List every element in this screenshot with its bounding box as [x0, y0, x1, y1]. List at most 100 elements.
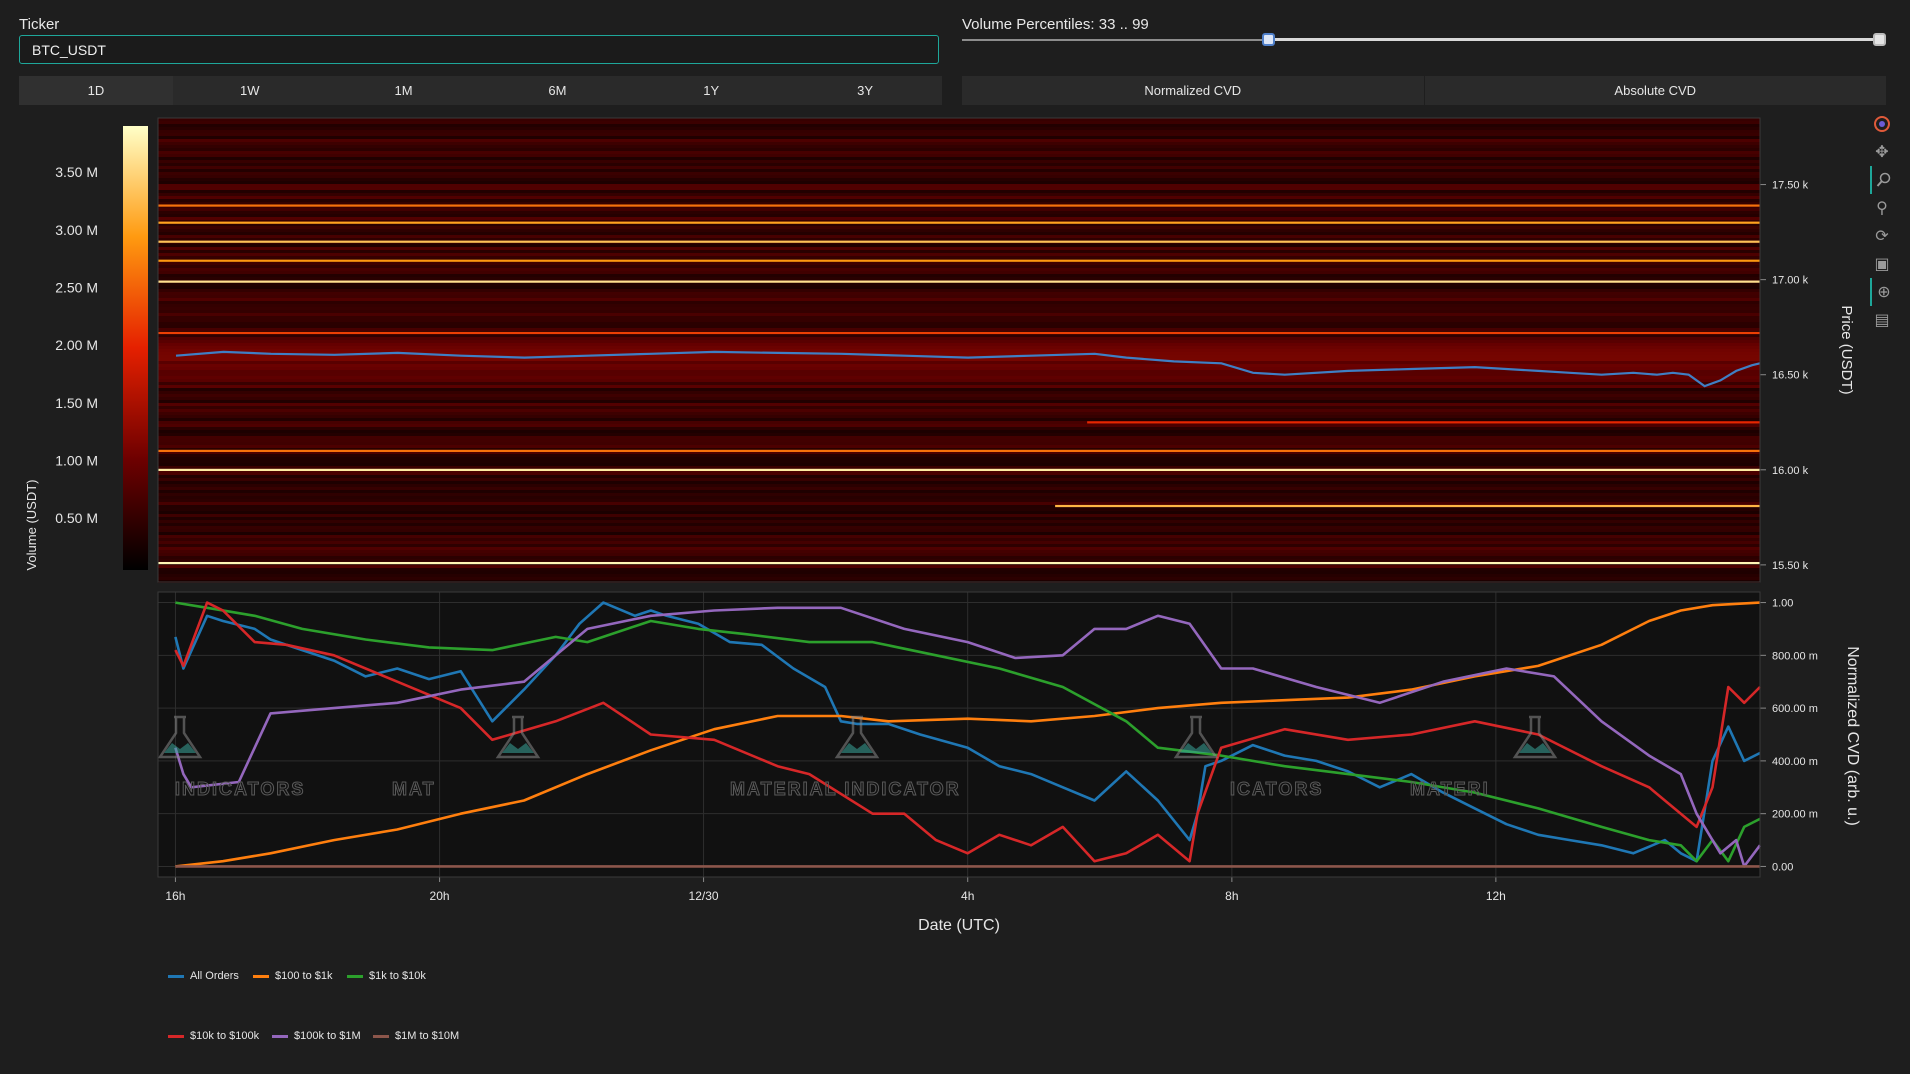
chart-canvas[interactable]: 0.50 M 1.00 M 1.50 M 2.00 M 2.50 M 3.00 M 3.50…: [0, 0, 1910, 1074]
heatmap-row: [158, 427, 1760, 430]
heatmap-row: [158, 124, 1760, 127]
legend-swatch: [168, 974, 184, 978]
heatmap-row: [158, 433, 1760, 436]
heatmap-row: [158, 553, 1760, 556]
heatmap-row: [158, 238, 1760, 241]
heatmap-level: [158, 240, 1760, 243]
heatmap-row: [158, 160, 1760, 163]
heatmap-row: [158, 526, 1760, 529]
legend-label: $1M to $10M: [395, 1030, 460, 1042]
heatmap-level: [158, 449, 1760, 452]
legend-item-1k-to-10k[interactable]: $1k to $10k: [347, 970, 426, 982]
hover-icon[interactable]: ▤: [1870, 306, 1894, 334]
heatmap-row: [158, 175, 1760, 178]
spike-lines-icon[interactable]: ⊕: [1870, 278, 1896, 306]
heatmap-row: [158, 247, 1760, 250]
heatmap-row: [158, 316, 1760, 319]
heatmap-level: [1055, 504, 1760, 508]
heatmap-row: [158, 172, 1760, 175]
heatmap-row: [158, 493, 1760, 496]
heatmap-row: [158, 436, 1760, 439]
heatmap-row: [158, 565, 1760, 568]
heatmap-row: [158, 187, 1760, 190]
heatmap-plot[interactable]: [158, 118, 1761, 583]
heatmap-row: [158, 499, 1760, 502]
heatmap-level: [158, 468, 1760, 472]
heatmap-level: [158, 331, 1760, 335]
plotly-logo-icon[interactable]: [1870, 110, 1894, 138]
heatmap-row: [158, 400, 1760, 403]
legend-label: $100k to $1M: [294, 1030, 361, 1042]
heatmap-row: [158, 178, 1760, 181]
heatmap-row: [158, 277, 1760, 280]
heatmap-row: [158, 310, 1760, 313]
heatmap-row: [158, 361, 1760, 364]
zoom-in-out-icon[interactable]: ⚲: [1870, 194, 1894, 222]
legend-label: $10k to $100k: [190, 1030, 260, 1042]
heatmap-row: [158, 232, 1760, 235]
legend-item-1m-to-10m[interactable]: $1M to $10M: [373, 1030, 459, 1042]
x-tick-label: 12/30: [689, 889, 719, 903]
heatmap-row: [158, 151, 1760, 154]
watermark-text: MATERI: [1410, 779, 1490, 799]
heatmap-row: [158, 415, 1760, 418]
legend-item-100-to-1k[interactable]: $100 to $1k: [253, 970, 333, 982]
heatmap-row: [158, 442, 1760, 445]
heatmap-row: [158, 301, 1760, 304]
heatmap-row: [158, 211, 1760, 214]
heatmap-row: [158, 130, 1760, 133]
legend-label: All Orders: [190, 970, 239, 982]
heatmap-row: [158, 571, 1760, 574]
heatmap-row: [158, 559, 1760, 562]
zoom-icon[interactable]: [1870, 166, 1896, 194]
cvd-plot-background: [158, 592, 1760, 877]
heatmap-row: [158, 403, 1760, 406]
legend-swatch: [253, 974, 269, 978]
pan-icon[interactable]: ✥: [1870, 138, 1894, 166]
heatmap-row: [158, 229, 1760, 232]
heatmap-row: [158, 256, 1760, 259]
heatmap-row: [158, 490, 1760, 493]
heatmap-row: [158, 127, 1760, 130]
legend-swatch: [168, 1034, 184, 1038]
reset-axes-icon[interactable]: ⟳: [1870, 222, 1894, 250]
volume-colorbar: 0.50 M 1.00 M 1.50 M 2.00 M 2.50 M 3.00 M 3.50…: [24, 126, 148, 571]
x-tick-label: 4h: [961, 889, 974, 903]
heatmap-row: [158, 262, 1760, 265]
heatmap-row: [158, 214, 1760, 217]
heatmap-row: [158, 454, 1760, 457]
heatmap-row: [158, 460, 1760, 463]
heatmap-row: [158, 235, 1760, 238]
heatmap-row: [158, 139, 1760, 142]
heatmap-row: [158, 340, 1760, 343]
legend-swatch: [272, 1034, 288, 1038]
legend-item-10k-to-100k[interactable]: $10k to $100k: [168, 1030, 259, 1042]
heatmap-row: [158, 487, 1760, 490]
heatmap-row: [158, 181, 1760, 184]
heatmap-row: [158, 136, 1760, 139]
legend-item-all-orders[interactable]: All Orders: [168, 970, 239, 982]
heatmap-level: [1087, 421, 1760, 424]
heatmap-row: [158, 376, 1760, 379]
heatmap-row: [158, 472, 1760, 475]
heatmap-row: [158, 166, 1760, 169]
heatmap-row: [158, 208, 1760, 211]
download-icon[interactable]: ▣: [1870, 250, 1894, 278]
heatmap-row: [158, 478, 1760, 481]
heatmap-row: [158, 556, 1760, 559]
legend-item-100k-to-1m[interactable]: $100k to $1M: [272, 1030, 361, 1042]
heatmap-row: [158, 364, 1760, 367]
heatmap-row: [158, 292, 1760, 295]
cvd-line-plot[interactable]: [158, 592, 1762, 877]
price-tick-label: 16.50 k: [1772, 370, 1809, 382]
heatmap-row: [158, 271, 1760, 274]
heatmap-row: [158, 190, 1760, 193]
heatmap-level: [158, 221, 1760, 224]
heatmap-row: [158, 568, 1760, 571]
colorbar-tick-label: 1.00 M: [55, 452, 98, 468]
plot-modebar: ✥ ⚲ ⟳ ▣ ⊕ ▤: [1870, 110, 1894, 334]
heatmap-level: [158, 204, 1760, 207]
heatmap-row: [158, 274, 1760, 277]
heatmap-row: [158, 325, 1760, 328]
heatmap-row: [158, 544, 1760, 547]
